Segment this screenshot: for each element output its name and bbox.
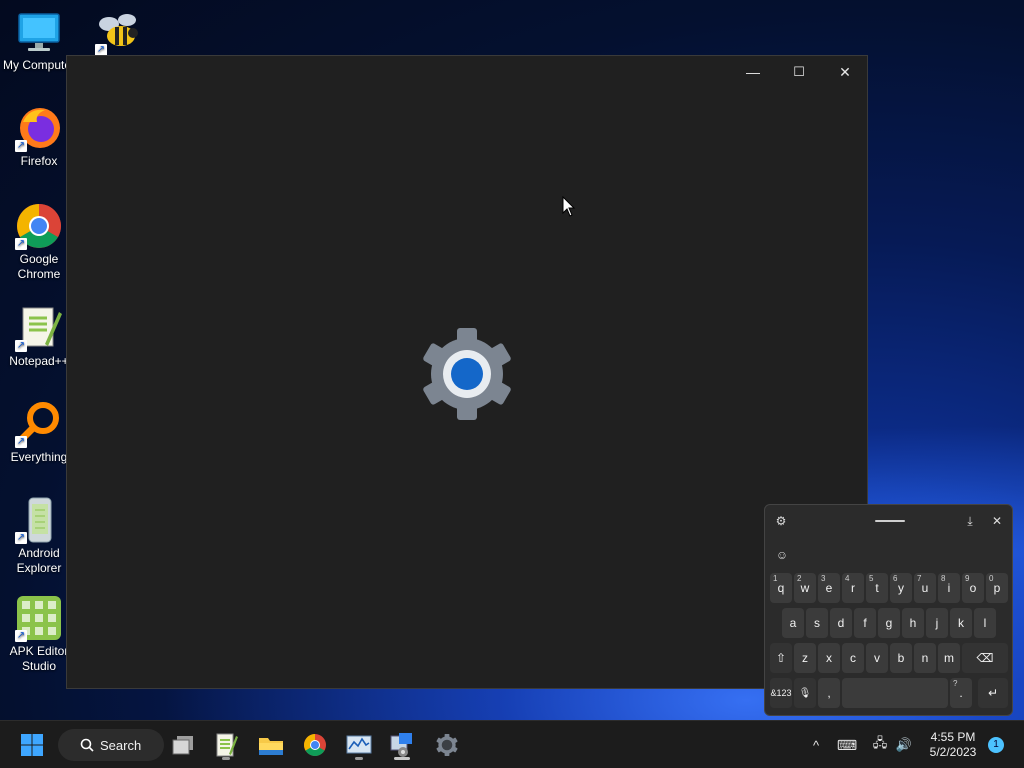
desktop-icon-bee[interactable]: ↗: [80, 8, 158, 58]
keyboard-dock-button[interactable]: ⤓: [958, 509, 982, 533]
key-comma[interactable]: ,: [818, 678, 840, 708]
key-w[interactable]: 2w: [794, 573, 816, 603]
keyboard-drag-handle[interactable]: [875, 520, 905, 522]
notepadpp-icon: ↗: [15, 304, 63, 352]
shortcut-arrow-icon: ↗: [15, 140, 27, 152]
everything-search-icon: ↗: [15, 400, 63, 448]
taskbar-clock[interactable]: 4:55 PM 5/2/2023: [918, 730, 988, 760]
android-explorer-icon: ↗: [15, 496, 63, 544]
emoji-panel-button[interactable]: ☺: [770, 543, 794, 567]
shortcut-arrow-icon: ↗: [15, 630, 27, 642]
key-m[interactable]: m: [938, 643, 960, 673]
task-view-button[interactable]: [167, 729, 199, 761]
search-icon: [80, 738, 94, 752]
settings-gear-icon: [417, 324, 517, 424]
key-y[interactable]: 6y: [890, 573, 912, 603]
chrome-icon: ↗: [15, 202, 63, 250]
search-label: Search: [100, 737, 142, 753]
firefox-icon: ↗: [15, 104, 63, 152]
notepadpp-icon: [216, 733, 238, 757]
taskbar-file-explorer[interactable]: [255, 729, 287, 761]
key-shift[interactable]: ⇧: [770, 643, 792, 673]
settings-app-icon: [390, 733, 412, 757]
key-i[interactable]: 8i: [938, 573, 960, 603]
shortcut-arrow-icon: ↗: [15, 436, 27, 448]
settings-gear-icon: [436, 733, 458, 757]
network-icon[interactable]: 🖧: [869, 733, 891, 757]
key-l[interactable]: l: [974, 608, 996, 638]
file-explorer-icon: [259, 738, 283, 755]
key-period[interactable]: ?.: [950, 678, 972, 708]
clock-date: 5/2/2023: [929, 745, 977, 759]
key-p[interactable]: 0p: [986, 573, 1008, 603]
taskbar-search[interactable]: Search: [58, 729, 164, 761]
task-view-icon: [172, 736, 193, 755]
apk-editor-icon: ↗: [15, 594, 63, 642]
key-s[interactable]: s: [806, 608, 828, 638]
key-q[interactable]: 1q: [770, 573, 792, 603]
touch-keyboard[interactable]: ⚙ ⤓ ✕ ☺ 1q 2w 3e 4r 5t 6y 7u 8i 9o 0p a …: [764, 504, 1013, 716]
taskbar-chrome[interactable]: [299, 729, 331, 761]
volume-icon[interactable]: 🔊: [893, 733, 915, 757]
close-button[interactable]: ✕: [822, 56, 868, 88]
keyboard-title-bar[interactable]: ⚙ ⤓ ✕: [765, 505, 1012, 537]
key-d[interactable]: d: [830, 608, 852, 638]
shortcut-arrow-icon: ↗: [15, 238, 27, 250]
key-h[interactable]: h: [902, 608, 924, 638]
taskbar-settings[interactable]: [431, 729, 463, 761]
windows-logo-icon: [21, 734, 43, 756]
key-e[interactable]: 3e: [818, 573, 840, 603]
taskbar[interactable]: Search ^ ⌨ 🖧 🔊 4:55 PM 5/2/2023 1: [0, 720, 1024, 768]
key-z[interactable]: z: [794, 643, 816, 673]
active-indicator: [394, 757, 410, 760]
key-k[interactable]: k: [950, 608, 972, 638]
bee-icon: ↗: [95, 8, 143, 56]
key-microphone[interactable]: 🎙: [794, 678, 816, 708]
resource-monitor-icon: [346, 735, 372, 754]
key-f[interactable]: f: [854, 608, 876, 638]
key-space[interactable]: [842, 678, 948, 708]
monitor-icon: [15, 8, 63, 56]
key-u[interactable]: 7u: [914, 573, 936, 603]
key-backspace[interactable]: ⌫: [962, 643, 1008, 673]
settings-window[interactable]: — ☐ ✕: [66, 55, 868, 689]
taskbar-notepadpp[interactable]: [210, 729, 242, 761]
shortcut-arrow-icon: ↗: [15, 532, 27, 544]
keyboard-close-button[interactable]: ✕: [985, 509, 1009, 533]
running-indicator: [222, 757, 230, 760]
key-o[interactable]: 9o: [962, 573, 984, 603]
running-indicator: [355, 757, 363, 760]
chrome-icon: [304, 734, 326, 756]
tray-overflow-button[interactable]: ^: [805, 733, 827, 757]
minimize-button[interactable]: —: [730, 56, 776, 88]
key-c[interactable]: c: [842, 643, 864, 673]
key-v[interactable]: v: [866, 643, 888, 673]
key-n[interactable]: n: [914, 643, 936, 673]
key-t[interactable]: 5t: [866, 573, 888, 603]
key-symbols[interactable]: &123: [770, 678, 792, 708]
key-j[interactable]: j: [926, 608, 948, 638]
clock-time: 4:55 PM: [930, 730, 976, 744]
mouse-cursor-icon: [562, 195, 576, 218]
shortcut-arrow-icon: ↗: [15, 340, 27, 352]
key-b[interactable]: b: [890, 643, 912, 673]
keyboard-settings-button[interactable]: ⚙: [769, 509, 793, 533]
key-r[interactable]: 4r: [842, 573, 864, 603]
maximize-button[interactable]: ☐: [776, 56, 822, 88]
key-a[interactable]: a: [782, 608, 804, 638]
taskbar-settings-app[interactable]: [386, 729, 418, 761]
key-enter[interactable]: ↵: [978, 678, 1008, 708]
key-g[interactable]: g: [878, 608, 900, 638]
taskbar-resource-monitor[interactable]: [343, 729, 375, 761]
touch-keyboard-tray-icon[interactable]: ⌨: [836, 733, 858, 757]
key-x[interactable]: x: [818, 643, 840, 673]
notification-badge[interactable]: 1: [988, 737, 1004, 753]
start-button[interactable]: [16, 729, 48, 761]
